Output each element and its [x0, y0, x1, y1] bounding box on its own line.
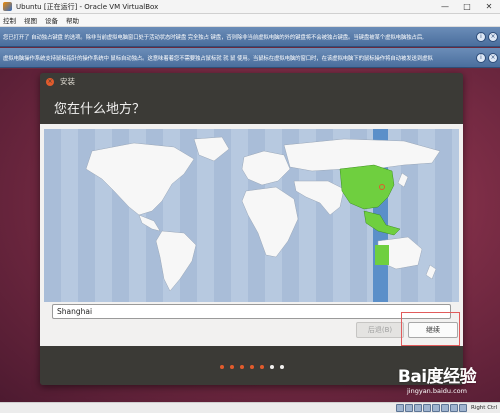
close-notice-icon[interactable]: × — [488, 31, 498, 42]
selected-region-australia — [375, 245, 389, 265]
menu-control[interactable]: 控制 — [3, 15, 16, 25]
annotation-highlight — [401, 312, 460, 346]
menu-devices[interactable]: 设备 — [45, 15, 58, 25]
installer-close-icon[interactable]: × — [46, 77, 54, 86]
page-title: 您在什么地方？ — [54, 101, 146, 117]
mouse-integration-notice: 虚拟电脑操作系统支持鼠标指针的操作系统中 鼠标自动独占。这意味着着您不需要独占鼠… — [0, 48, 500, 68]
keyboard-notice-text: 您已打开了 自动独占键盘 的选项。除非当前虚拟电脑窗口处于活动状态时键盘 完全独… — [3, 34, 424, 41]
info-icon[interactable]: i — [476, 52, 486, 63]
timezone-map[interactable] — [44, 129, 459, 302]
shared-folder-icon[interactable] — [440, 404, 449, 412]
optical-drive-icon[interactable] — [404, 404, 413, 412]
installer-titlebar: × 安装 — [40, 73, 463, 90]
installer-window: × 安装 您在什么地方？ Shanghai 后退(B) 继续 — [40, 73, 463, 385]
close-button[interactable]: ✕ — [478, 0, 500, 14]
host-key-label: Right Ctrl — [470, 405, 497, 411]
menu-view[interactable]: 视图 — [24, 15, 37, 25]
progress-dot — [279, 365, 284, 369]
progress-dot — [229, 365, 234, 369]
usb-icon[interactable] — [431, 404, 440, 412]
progress-dot — [269, 365, 274, 369]
device-icons — [395, 404, 467, 412]
window-controls: — □ ✕ — [434, 0, 500, 14]
installer-content: 后退(B) 继续 — [40, 124, 463, 346]
audio-icon[interactable] — [413, 404, 422, 412]
window-titlebar: Ubuntu [正在运行] - Oracle VM VirtualBox — □… — [0, 0, 500, 14]
progress-dot — [259, 365, 264, 369]
display-icon[interactable] — [449, 404, 458, 412]
window-title: Ubuntu [正在运行] - Oracle VM VirtualBox — [16, 2, 159, 11]
progress-dot — [249, 365, 254, 369]
close-notice-icon[interactable]: × — [488, 52, 498, 63]
maximize-button[interactable]: □ — [456, 0, 478, 14]
mouse-integration-icon[interactable] — [458, 404, 467, 412]
progress-dot — [239, 365, 244, 369]
menu-help[interactable]: 帮助 — [66, 15, 79, 25]
network-icon[interactable] — [422, 404, 431, 412]
progress-dot — [219, 365, 224, 369]
baidu-logo: Bai度经验 — [397, 367, 477, 387]
city-input[interactable] — [52, 304, 451, 319]
installer-title: 安装 — [60, 77, 75, 86]
baidu-watermark: Bai度经验 jingyan.baidu.com — [382, 362, 492, 395]
baidu-url: jingyan.baidu.com — [407, 387, 467, 395]
keyboard-capture-notice: 您已打开了 自动独占键盘 的选项。除非当前虚拟电脑窗口处于活动状态时键盘 完全独… — [0, 27, 500, 47]
virtualbox-icon — [3, 2, 12, 11]
info-icon[interactable]: i — [476, 31, 486, 42]
installer-heading: 您在什么地方？ — [40, 90, 463, 124]
harddisk-icon[interactable] — [395, 404, 404, 412]
mouse-notice-text: 虚拟电脑操作系统支持鼠标指针的操作系统中 鼠标自动独占。这意味着着您不需要独占鼠… — [3, 55, 433, 62]
back-button[interactable]: 后退(B) — [356, 322, 404, 338]
vm-statusbar: Right Ctrl — [0, 402, 500, 413]
menu-bar: 控制 视图 设备 帮助 — [0, 14, 500, 27]
minimize-button[interactable]: — — [434, 0, 456, 14]
